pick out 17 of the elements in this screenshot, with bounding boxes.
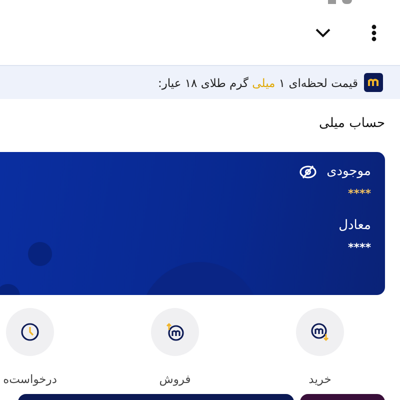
balance-value: ****: [348, 187, 371, 200]
section-title: حساب میلی: [318, 116, 386, 133]
eye-slash-icon[interactable]: [298, 164, 317, 178]
card-decoration: [28, 242, 52, 266]
equivalent-label: معادل: [338, 218, 371, 233]
action-button[interactable]: درخواست‌ه: [0, 308, 60, 386]
coin-down-icon: [310, 322, 330, 342]
price-text: قیمت لحظه‌ای ۱ میلی گرم طلای ۱۸ عیار:: [158, 76, 358, 90]
chevron-down-icon[interactable]: [315, 28, 331, 38]
balance-label: موجودی: [326, 164, 371, 179]
action-button[interactable]: خرید: [290, 308, 350, 386]
coin-up-icon: [165, 322, 185, 342]
logo-icon: [364, 73, 383, 92]
menu-icon[interactable]: [371, 24, 377, 42]
equivalent-value: ****: [348, 241, 371, 254]
action-button[interactable]: فروش: [145, 308, 205, 386]
clock-icon: [20, 322, 40, 342]
